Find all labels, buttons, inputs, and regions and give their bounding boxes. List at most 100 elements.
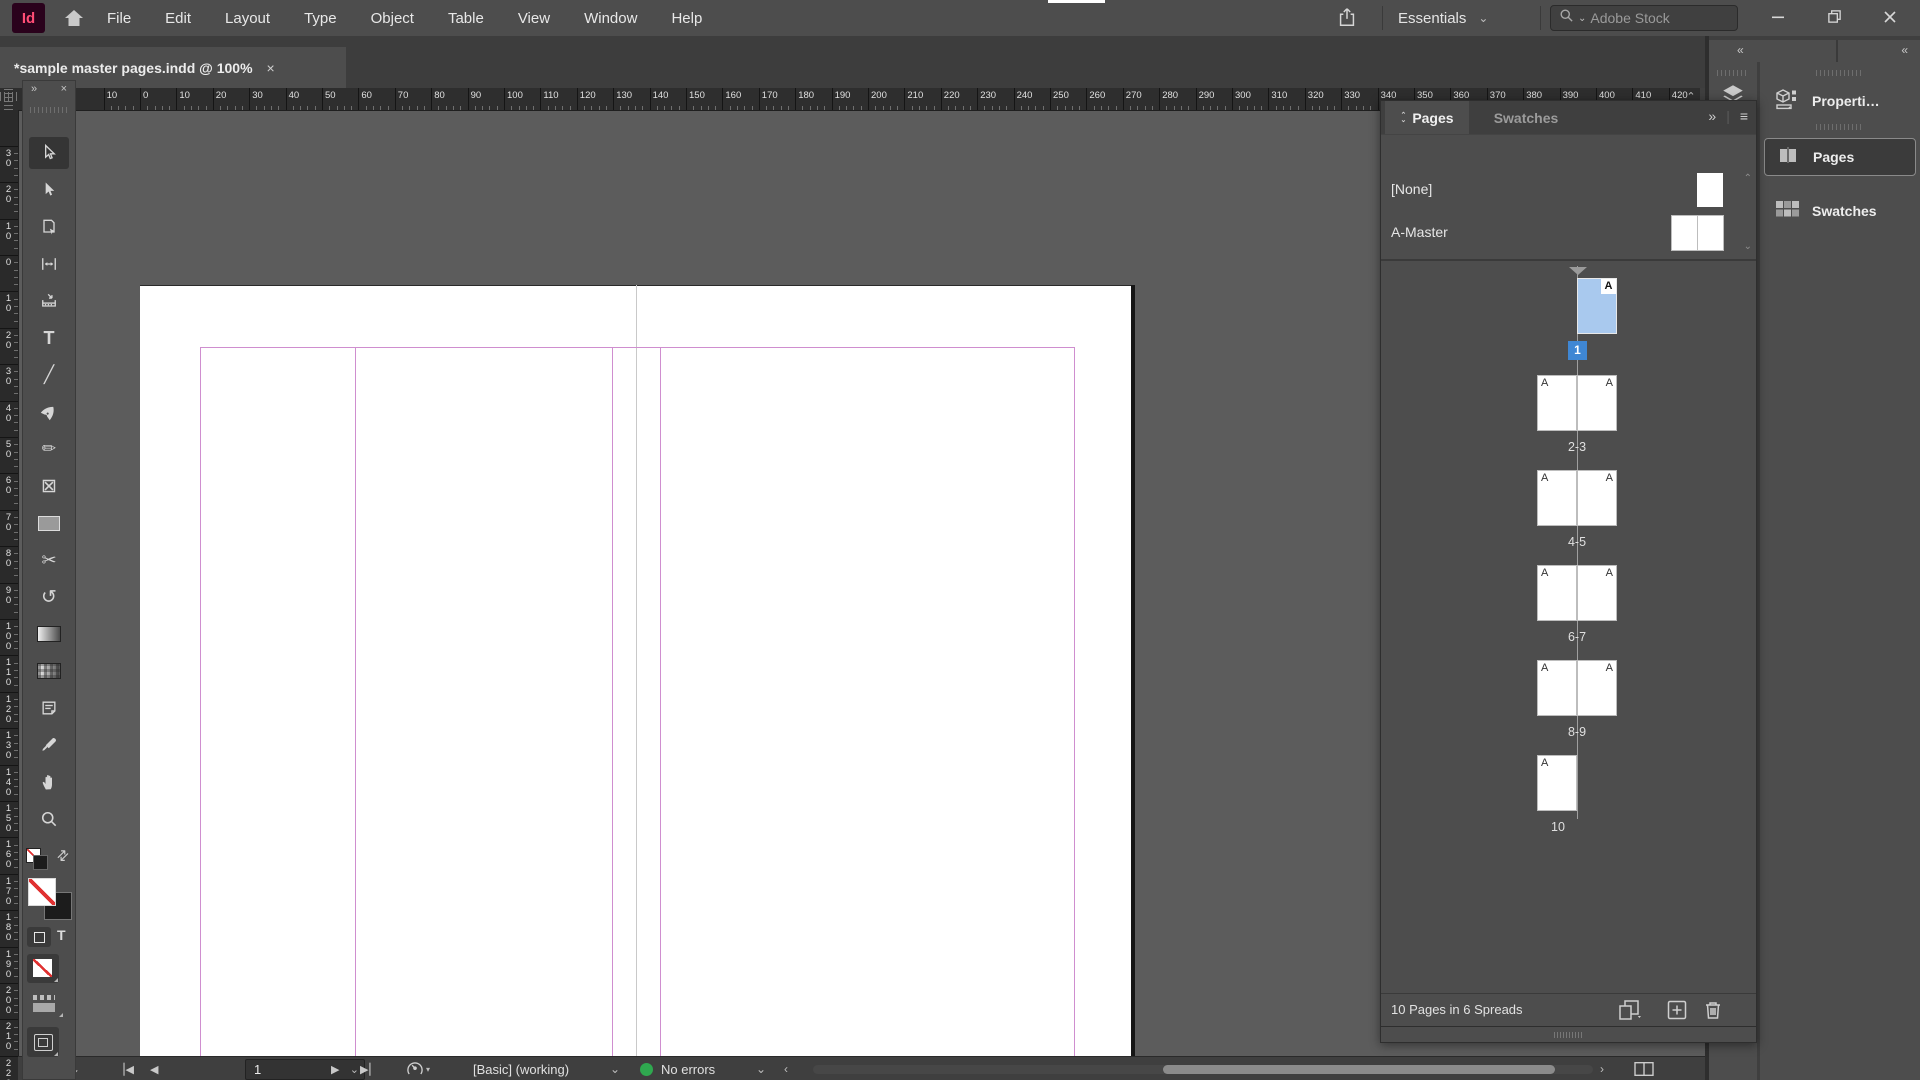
panel-grip[interactable] [30,107,68,113]
page-thumbnail-10[interactable]: A [1538,756,1576,810]
swatchdock-icon [1774,198,1800,225]
fit-spread-button[interactable] [1633,1057,1655,1080]
collapse-panels-icon[interactable]: « [1737,43,1744,57]
master-row-a-master[interactable]: A-Master [1381,212,1756,254]
page-thumbnail-2-3[interactable]: A [1578,376,1616,430]
home-icon[interactable] [62,6,88,30]
edit-page-size-button[interactable] [1617,998,1643,1022]
errors-label[interactable]: No errors [661,1057,715,1080]
zoom-tool[interactable] [29,803,69,835]
menu-window[interactable]: Window [582,8,639,29]
scroll-down-icon[interactable]: ⌄ [1744,241,1752,252]
page-thumbnail-8-9[interactable]: A [1538,661,1576,715]
direct-selection-tool[interactable] [29,174,69,206]
gradient-swatch-tool[interactable] [29,618,69,650]
next-page-button[interactable]: ▶ [331,1057,340,1080]
create-new-page-button[interactable] [1665,998,1691,1022]
page-thumbnail-6-7[interactable]: A [1538,566,1576,620]
menu-type[interactable]: Type [302,8,339,29]
menu-help[interactable]: Help [669,8,704,29]
gradient-feather-tool[interactable] [29,655,69,687]
note-tool[interactable] [29,692,69,724]
page-thumbnail-2-3[interactable]: A [1538,376,1576,430]
tab-pages[interactable]: ⌃⌄ Pages [1385,101,1469,134]
formatting-affects-container-button[interactable] [27,927,51,947]
page-thumbnail-8-9[interactable]: A [1578,661,1616,715]
menu-table[interactable]: Table [446,8,486,29]
menu-view[interactable]: View [516,8,552,29]
dock-button-swatches[interactable]: Swatches [1764,192,1916,230]
collapse-panels-icon[interactable]: « [1901,43,1908,57]
master-row-none[interactable]: [None] [1381,169,1756,211]
page-thumbnail-1[interactable]: A [1578,279,1616,333]
hand-tool[interactable] [29,766,69,798]
minimize-button[interactable] [1750,0,1806,33]
rectangle-frame-tool[interactable]: ⊠ [29,470,69,502]
scroll-up-icon[interactable]: ⌃ [1744,173,1752,184]
master-thumbnail[interactable] [1698,216,1723,250]
view-options-button[interactable] [31,993,59,1015]
apply-none-button[interactable] [27,954,59,983]
page-number-badge[interactable]: 1 [1568,341,1587,360]
free-transform-tool[interactable]: ↺ [29,581,69,613]
preflight-chevron-icon[interactable]: ⌄ [610,1057,620,1080]
swap-fill-stroke-icon[interactable]: ⇄ [53,845,73,865]
ruler-corner[interactable] [0,88,18,111]
page-tool[interactable] [29,211,69,243]
selection-tool[interactable] [29,137,69,169]
panel-collapse-icon[interactable]: » [1708,108,1716,124]
horizontal-scrollbar-thumb[interactable] [1163,1065,1555,1074]
menu-object[interactable]: Object [369,8,416,29]
default-fill-stroke-button[interactable] [27,849,40,862]
panel-menu-icon[interactable]: ≡ [1740,108,1748,124]
panel-grip[interactable] [1816,124,1862,130]
menu-file[interactable]: File [105,8,133,29]
errors-chevron-icon[interactable]: ⌄ [756,1057,766,1080]
page-thumbnail-4-5[interactable]: A [1538,471,1576,525]
vertical-guide [612,347,613,1056]
panel-resize-grip[interactable] [1381,1026,1756,1042]
menu-layout[interactable]: Layout [223,8,272,29]
tab-close-icon[interactable]: × [267,60,275,76]
last-page-button[interactable]: ▶▏ [360,1057,379,1080]
workspace-switcher[interactable]: Essentials ⌄ [1398,7,1488,29]
pen-tool[interactable] [29,396,69,428]
page-thumbnail-6-7[interactable]: A [1578,566,1616,620]
first-page-button[interactable]: ▕◀ [116,1057,135,1080]
delete-page-button[interactable] [1701,998,1727,1022]
scissors-tool[interactable]: ✂ [29,544,69,576]
master-thumbnail[interactable] [1672,216,1697,250]
scroll-right-icon[interactable]: › [1600,1057,1604,1080]
formatting-affects-text-button[interactable]: T [57,927,66,943]
previous-page-button[interactable]: ◀ [150,1057,159,1080]
pencil-tool[interactable]: ✏ [29,433,69,465]
ruler-label: 90 [0,586,17,606]
gap-tool[interactable] [29,248,69,280]
rectangle-tool[interactable] [29,507,69,539]
scroll-left-icon[interactable]: ‹ [784,1057,788,1080]
vertical-ruler[interactable]: 3020100102030405060708090100110120130140… [0,110,19,1080]
panel-grip[interactable] [1816,70,1862,76]
panel-grip[interactable] [1717,70,1749,76]
share-icon[interactable] [1336,6,1362,30]
page-number-field[interactable]: 1 ⌄ [245,1059,365,1080]
type-tool[interactable]: T [29,322,69,354]
fill-swatch[interactable] [29,879,55,905]
content-collector-tool[interactable] [29,285,69,317]
eyedropper-tool[interactable] [29,729,69,761]
menu-edit[interactable]: Edit [163,8,193,29]
tab-swatches[interactable]: Swatches [1476,101,1576,134]
line-tool[interactable]: ╱ [29,359,69,391]
dock-button-properti[interactable]: Properti… [1764,82,1916,120]
close-button[interactable] [1862,0,1918,33]
preflight-icon[interactable]: ▾ [404,1057,430,1080]
screen-mode-button[interactable] [27,1027,59,1057]
preflight-profile-label[interactable]: [Basic] (working) [473,1057,569,1080]
panel-close-icon[interactable]: × [61,83,67,95]
panel-expand-icon[interactable]: » [31,83,37,95]
restore-button[interactable] [1806,0,1862,33]
master-thumbnail[interactable] [1697,173,1723,207]
page-thumbnail-4-5[interactable]: A [1578,471,1616,525]
adobe-stock-search[interactable]: ⌄ Adobe Stock [1550,5,1738,31]
dock-button-pages[interactable]: Pages [1764,138,1916,176]
